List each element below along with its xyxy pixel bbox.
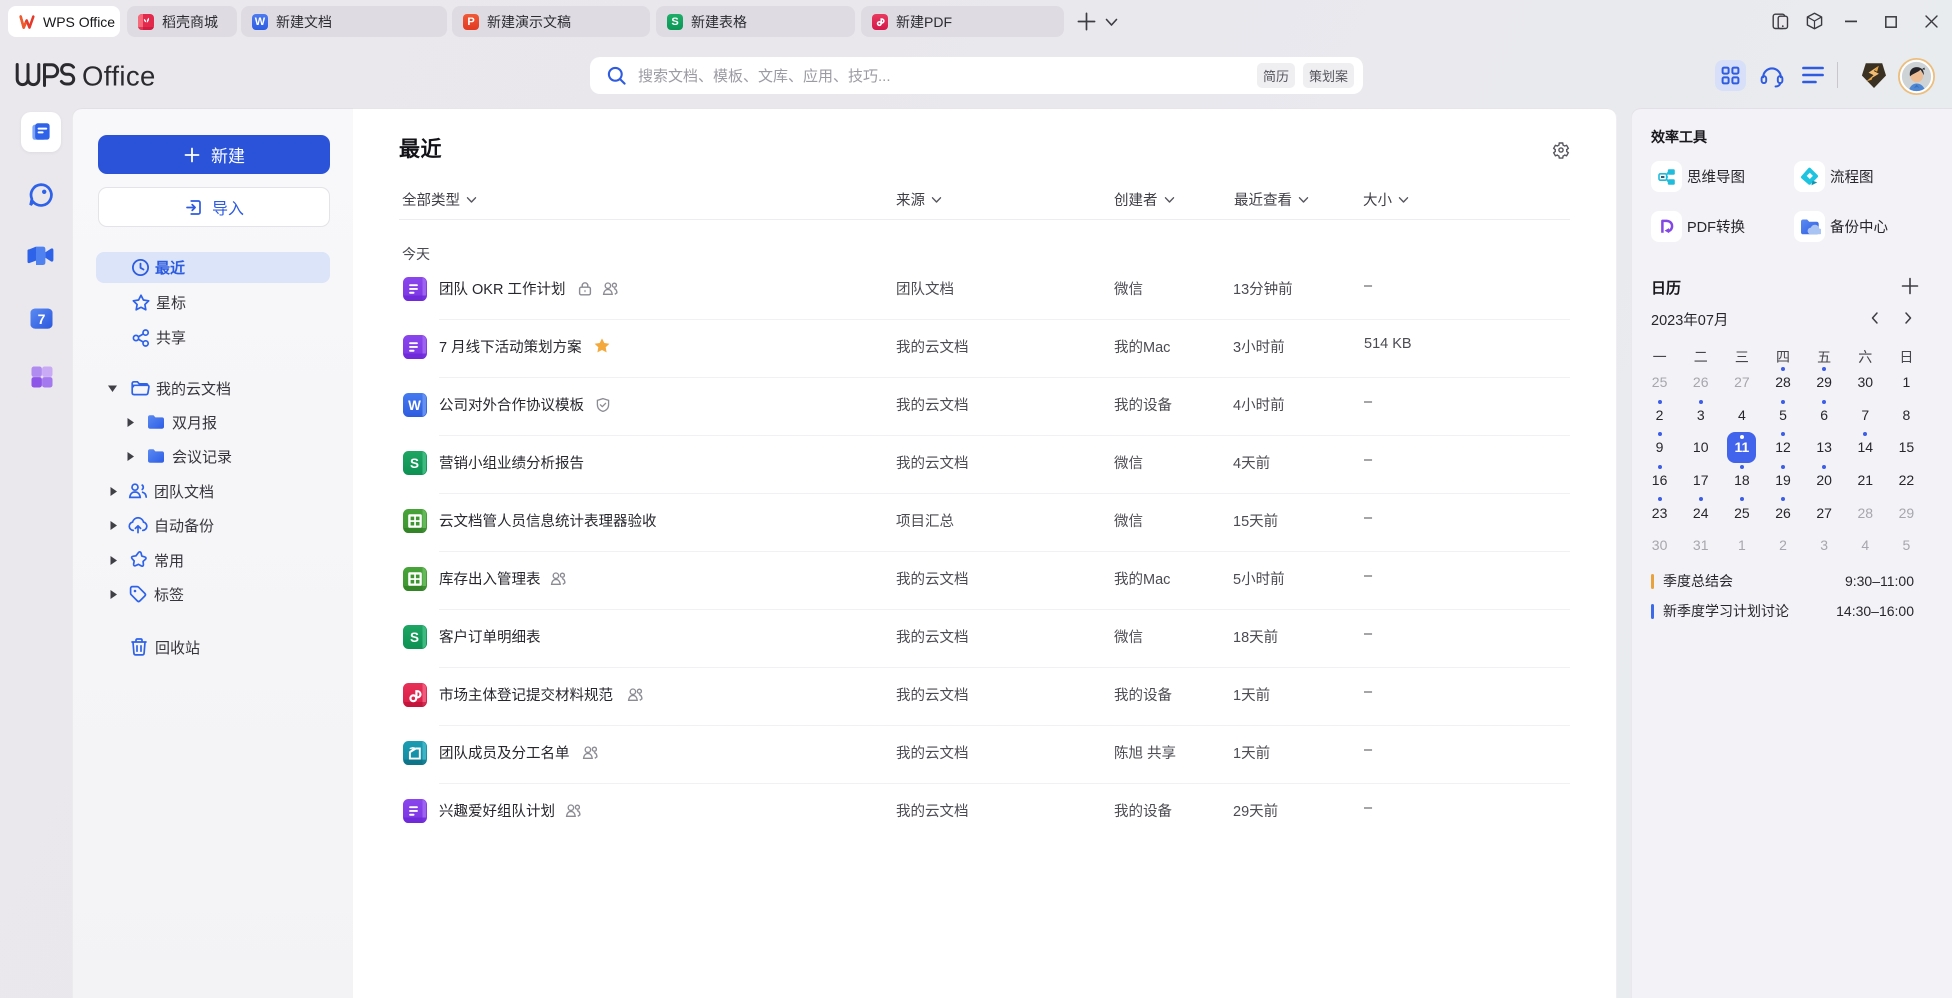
svg-text:W: W bbox=[408, 398, 421, 413]
svg-text:S: S bbox=[410, 456, 419, 471]
svg-text:7: 7 bbox=[38, 311, 46, 327]
svg-text:Office: Office bbox=[82, 61, 156, 92]
svg-text:S: S bbox=[410, 630, 419, 645]
